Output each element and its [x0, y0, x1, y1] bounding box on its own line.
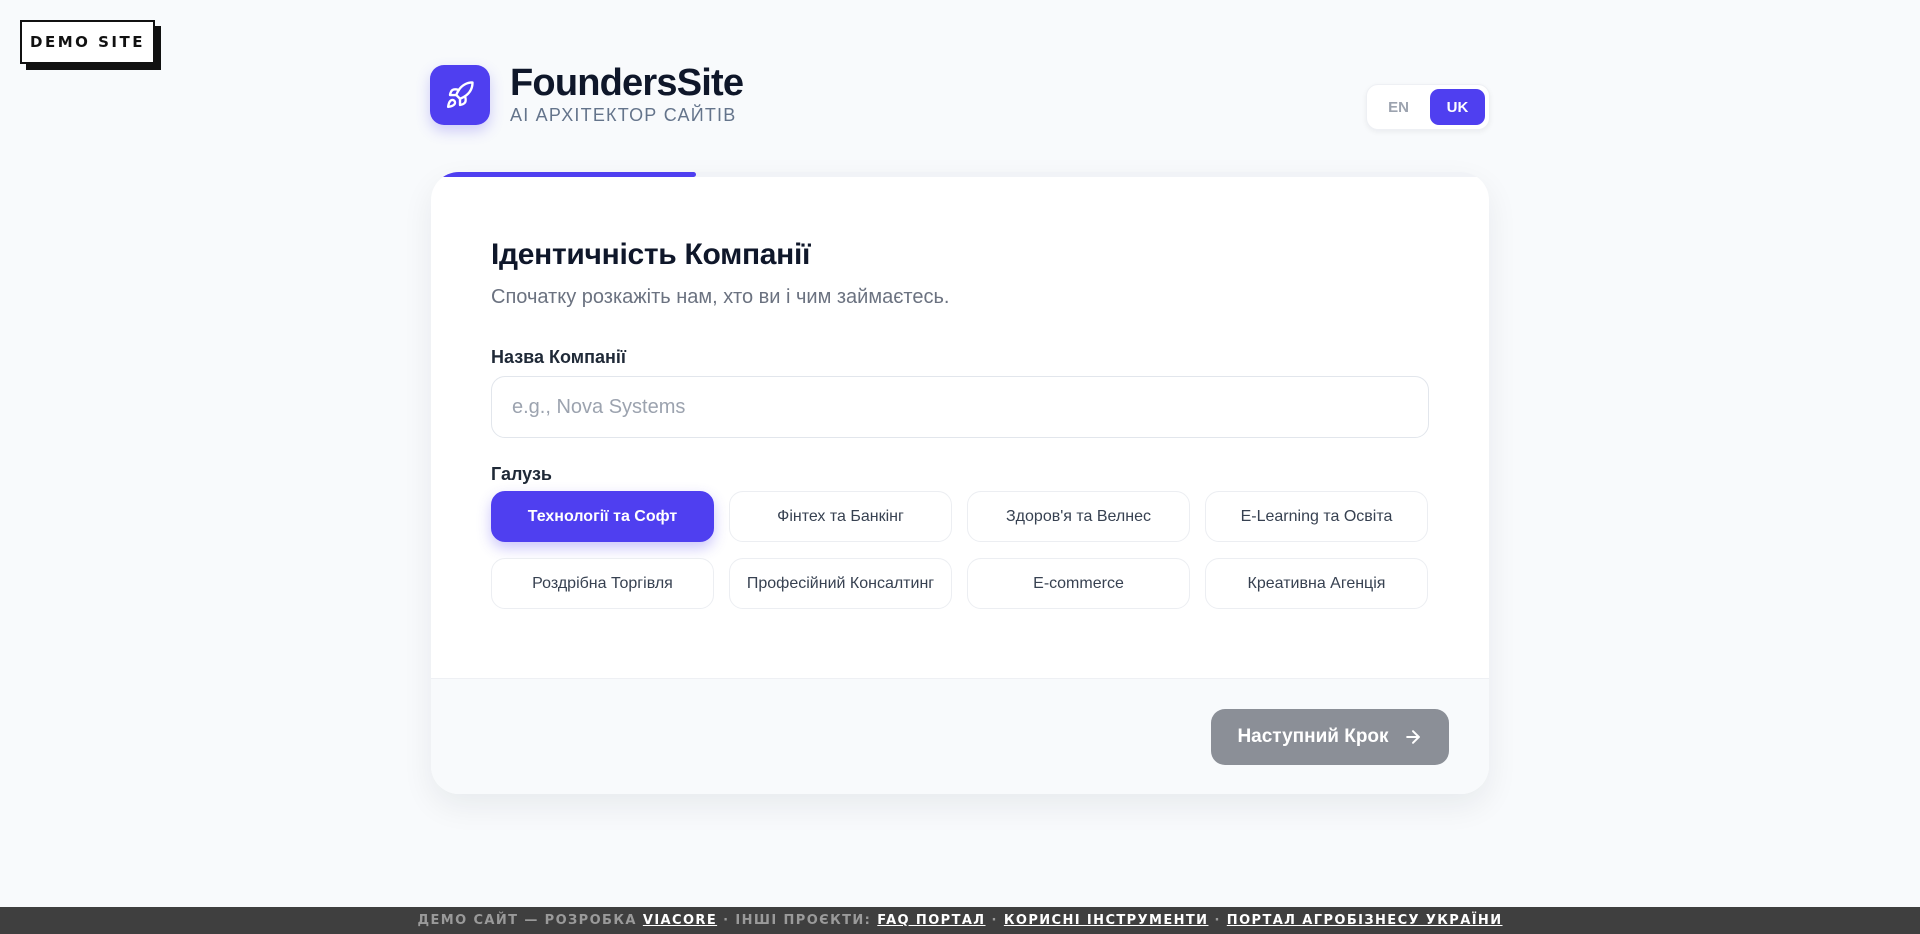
lang-en-button[interactable]: EN	[1371, 89, 1426, 125]
industry-option-consulting[interactable]: Професійний Консалтинг	[729, 558, 952, 609]
site-footer: ДЕМО САЙТ — РОЗРОБКА VIACORE · ІНШІ ПРОЄ…	[0, 907, 1920, 934]
logo[interactable]	[430, 64, 490, 125]
step-content: Ідентичність Компанії Спочатку розкажіть…	[491, 238, 1429, 609]
faq-portal-link[interactable]: FAQ ПОРТАЛ	[877, 913, 985, 928]
progress-bar	[431, 172, 1489, 177]
industry-option-tech[interactable]: Технології та Софт	[491, 491, 714, 542]
brand: FoundersSite AI АРХІТЕКТОР САЙТІВ	[510, 62, 744, 126]
language-switcher: EN UK	[1366, 84, 1490, 130]
industry-label: Галузь	[491, 464, 552, 484]
demo-site-badge: DEMO SITE	[20, 20, 155, 64]
card-footer: Наступний Крок	[431, 678, 1489, 794]
lang-uk-button[interactable]: UK	[1430, 89, 1485, 125]
next-step-label: Наступний Крок	[1237, 726, 1389, 747]
rocket-icon	[446, 80, 474, 108]
footer-separator: ·	[1214, 913, 1221, 928]
industry-option-health[interactable]: Здоров'я та Велнес	[967, 491, 1190, 542]
company-name-input[interactable]	[491, 376, 1429, 438]
industry-option-retail[interactable]: Роздрібна Торгівля	[491, 558, 714, 609]
industry-options: Технології та Софт Фінтех та Банкінг Здо…	[491, 491, 1429, 609]
step-subtitle: Спочатку розкажіть нам, хто ви і чим зай…	[491, 286, 950, 308]
footer-separator: ·	[991, 913, 998, 928]
wizard-card: Ідентичність Компанії Спочатку розкажіть…	[431, 172, 1489, 794]
industry-option-elearning[interactable]: E-Learning та Освіта	[1205, 491, 1428, 542]
industry-option-ecommerce[interactable]: E-commerce	[967, 558, 1190, 609]
footer-prefix: ДЕМО САЙТ — РОЗРОБКА	[417, 913, 637, 928]
agro-portal-link[interactable]: ПОРТАЛ АГРОБІЗНЕСУ УКРАЇНИ	[1227, 913, 1503, 928]
viacore-link[interactable]: VIACORE	[643, 913, 717, 928]
arrow-right-icon	[1403, 727, 1423, 747]
brand-subtitle: AI АРХІТЕКТОР САЙТІВ	[510, 105, 737, 125]
brand-title: FoundersSite	[510, 62, 744, 104]
industry-option-fintech[interactable]: Фінтех та Банкінг	[729, 491, 952, 542]
header: FoundersSite AI АРХІТЕКТОР САЙТІВ	[430, 62, 744, 126]
step-title: Ідентичність Компанії	[491, 238, 811, 271]
useful-tools-link[interactable]: КОРИСНІ ІНСТРУМЕНТИ	[1004, 913, 1209, 928]
industry-option-creative[interactable]: Креативна Агенція	[1205, 558, 1428, 609]
progress-fill	[431, 172, 696, 177]
company-name-label: Назва Компанії	[491, 347, 626, 367]
next-step-button[interactable]: Наступний Крок	[1211, 709, 1449, 765]
footer-middle: · ІНШІ ПРОЄКТИ:	[723, 913, 872, 928]
